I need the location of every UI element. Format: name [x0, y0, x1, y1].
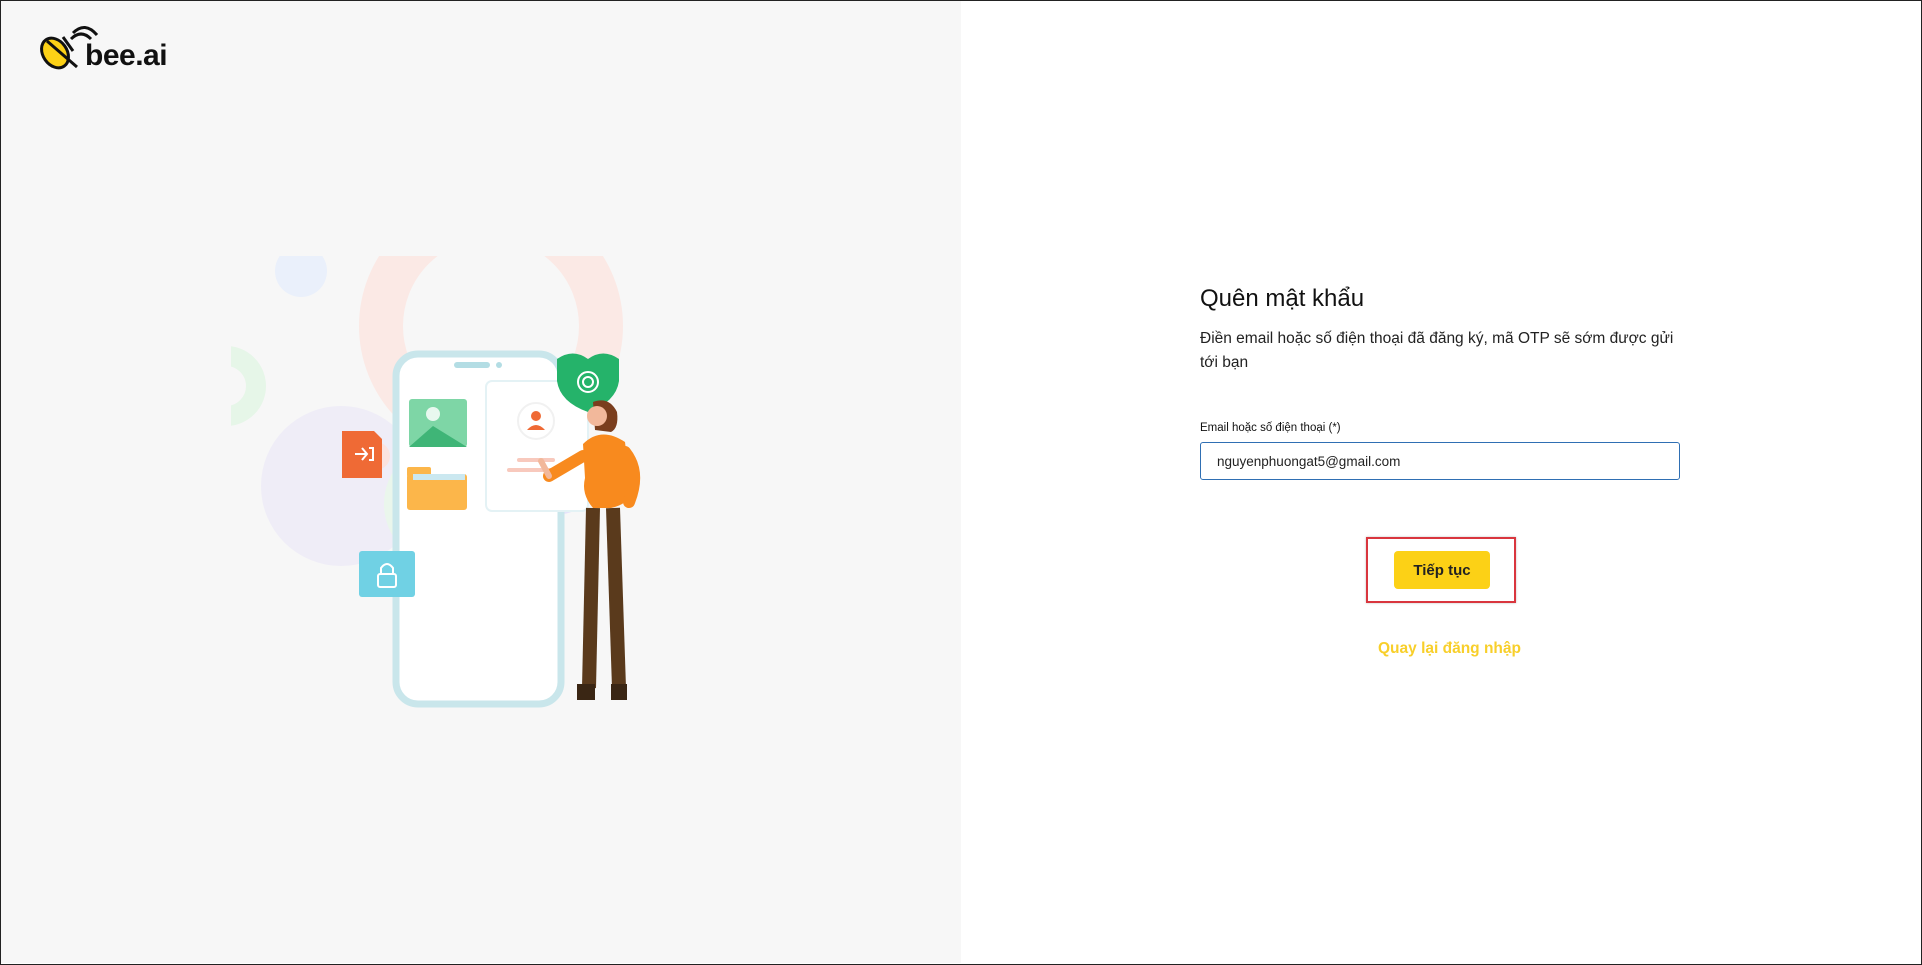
- email-phone-input[interactable]: [1200, 442, 1680, 480]
- illustration-panel: bee.ai: [1, 1, 961, 963]
- lock-icon: [359, 551, 415, 597]
- email-phone-label: Email hoặc số điện thoại (*): [1200, 422, 1341, 434]
- logo-text: bee.ai: [85, 39, 168, 72]
- page-title: Quên mật khẩu: [1200, 285, 1365, 312]
- continue-button-highlight: Tiếp tục: [1366, 537, 1516, 603]
- back-to-login-link[interactable]: Quay lại đăng nhập: [1378, 640, 1521, 658]
- security-illustration: [231, 256, 641, 708]
- forgot-password-form: Quên mật khẩu Điền email hoặc số điện th…: [1200, 285, 1682, 480]
- form-panel: [961, 1, 1921, 963]
- user-icon: [517, 402, 555, 440]
- continue-button[interactable]: Tiếp tục: [1394, 551, 1490, 589]
- page-subtitle: Điền email hoặc số điện thoại đã đăng ký…: [1200, 330, 1674, 371]
- login-file-icon: [342, 431, 382, 478]
- image-icon: [409, 399, 467, 447]
